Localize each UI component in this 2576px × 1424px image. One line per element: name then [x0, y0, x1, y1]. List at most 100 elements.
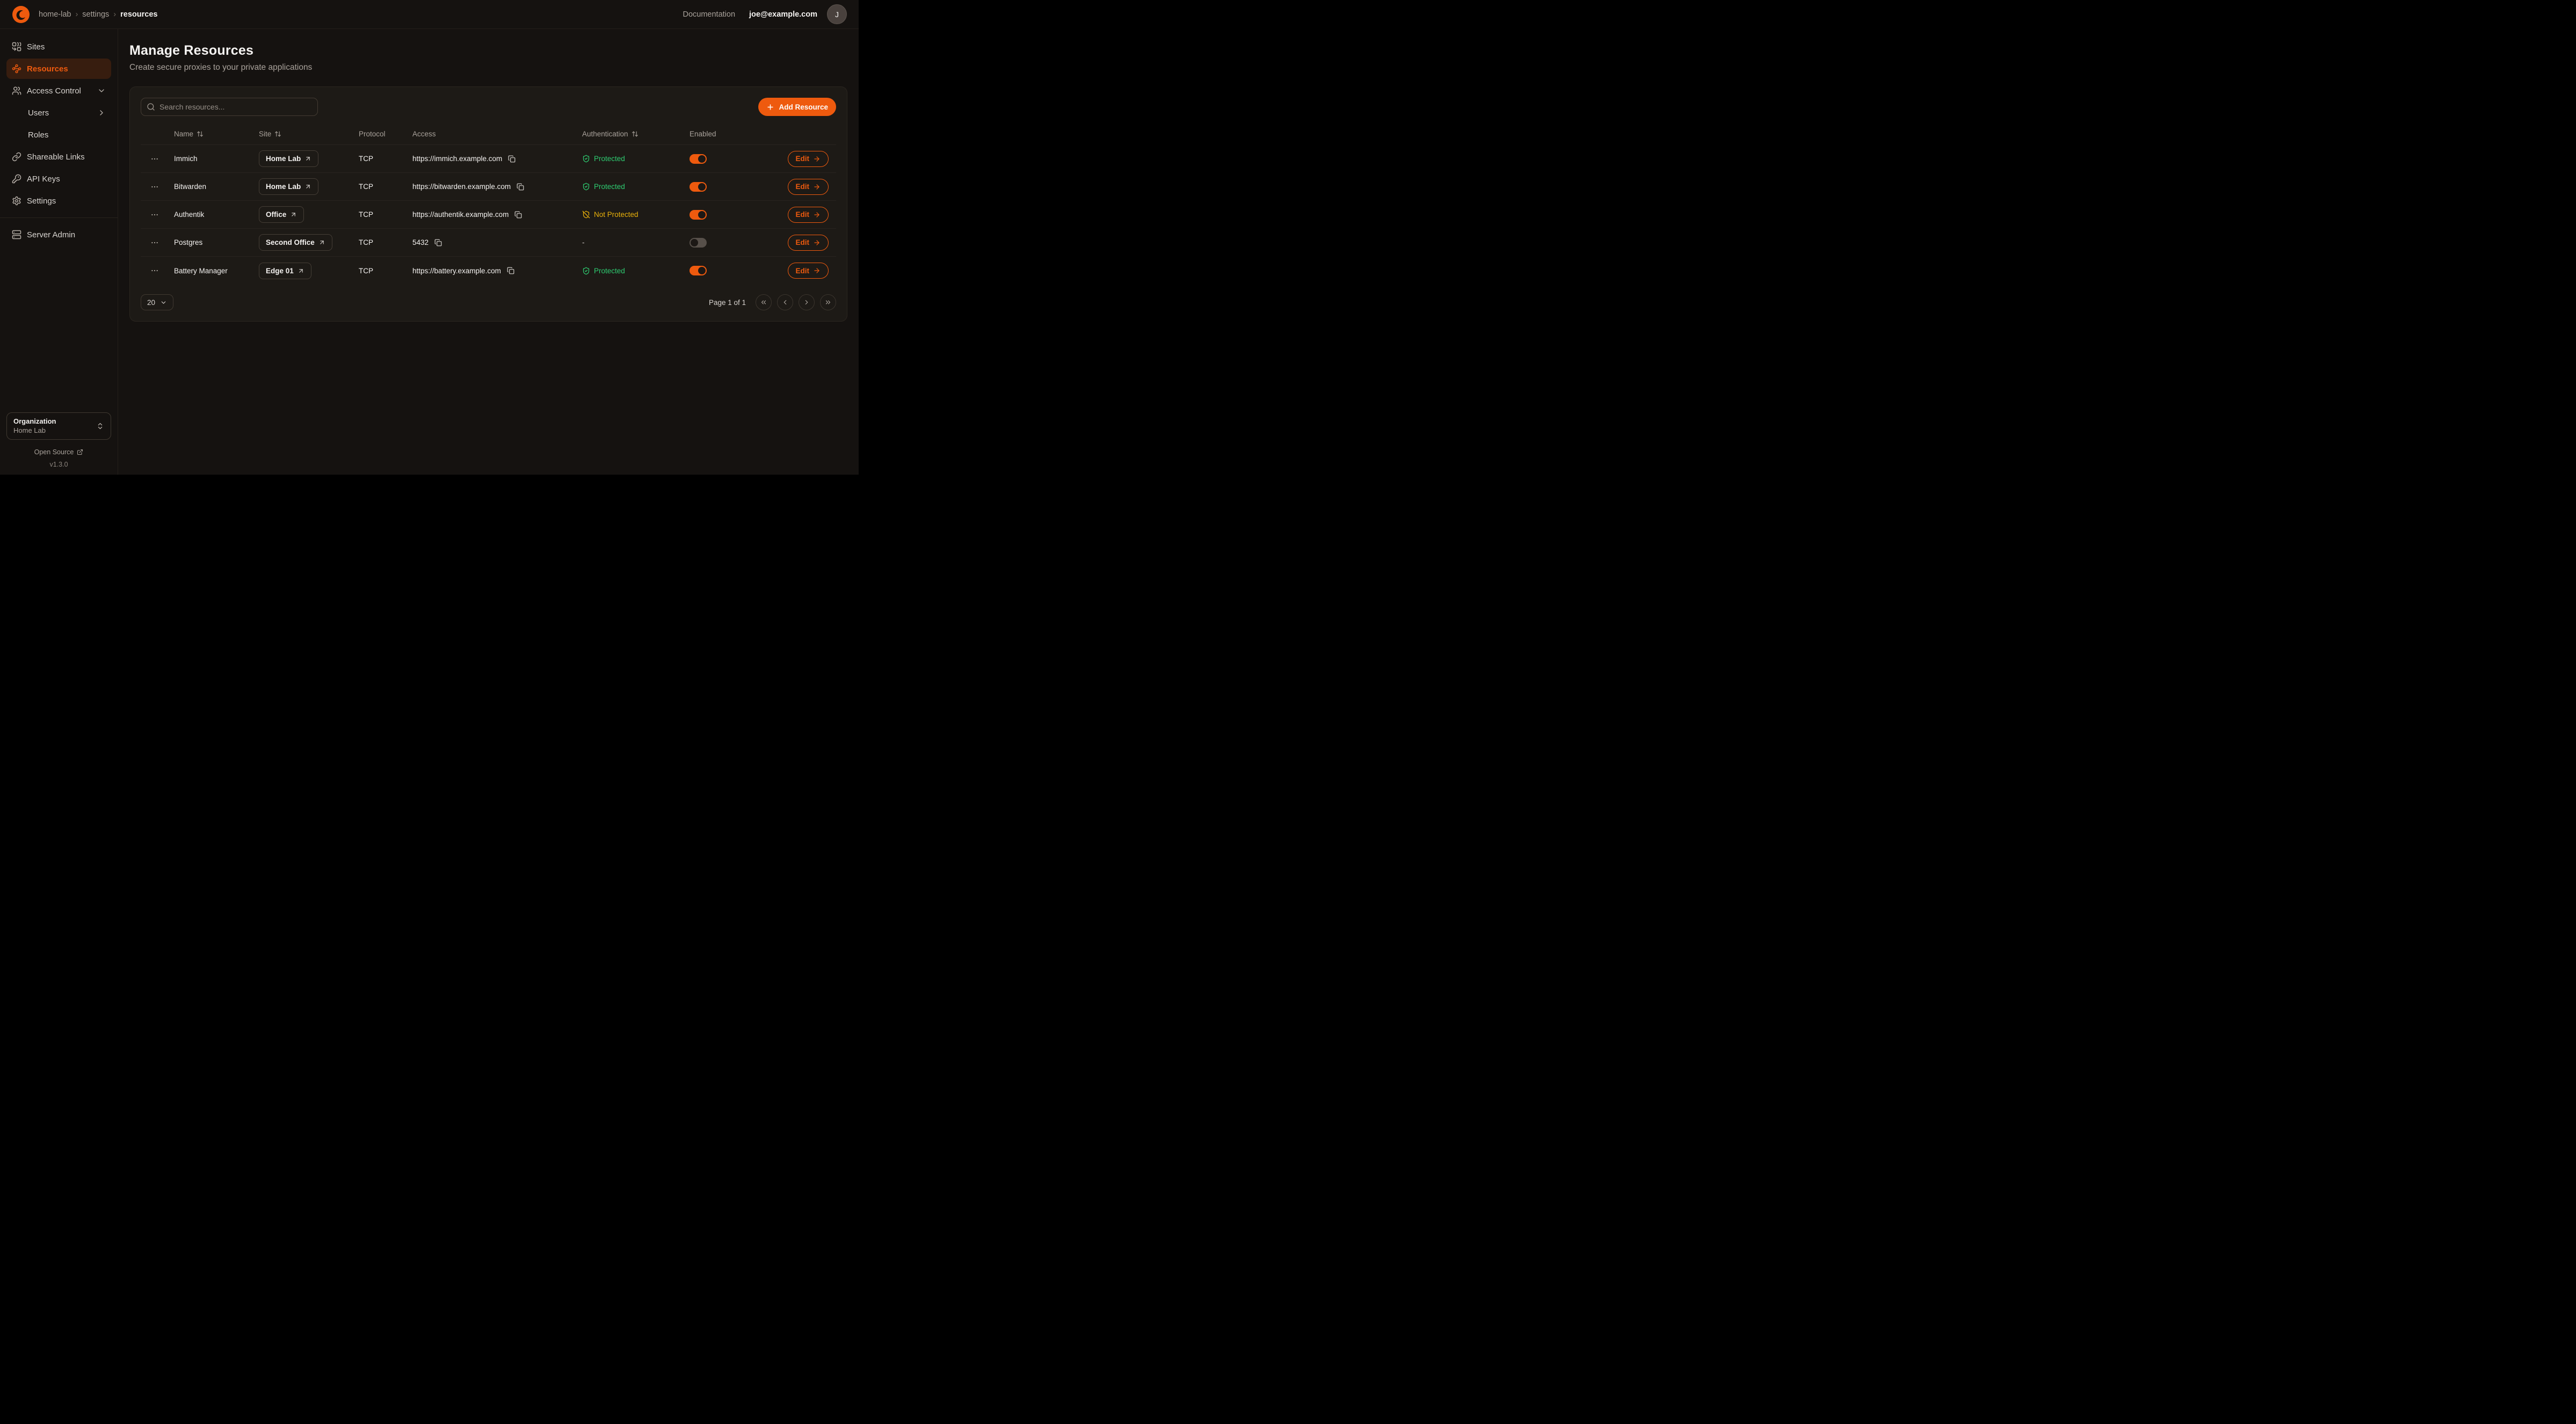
copy-button[interactable]	[433, 238, 443, 248]
site-link-button[interactable]: Edge 01	[259, 263, 311, 279]
resources-table: Name Site Protocol Access Authentication	[141, 123, 836, 285]
add-resource-label: Add Resource	[779, 103, 828, 111]
search-input[interactable]	[141, 98, 318, 116]
arrow-right-icon	[813, 239, 821, 246]
sidebar-item-label: Users	[28, 108, 49, 118]
open-source-link[interactable]: Open Source	[6, 448, 111, 456]
link-icon	[12, 152, 21, 162]
sidebar-item-settings[interactable]: Settings	[6, 191, 111, 211]
sidebar-item-shareable-links[interactable]: Shareable Links	[6, 147, 111, 167]
edit-button[interactable]: Edit	[788, 179, 829, 195]
arrow-up-right-icon	[318, 239, 325, 246]
enabled-toggle[interactable]	[690, 238, 707, 248]
edit-button[interactable]: Edit	[788, 263, 829, 279]
resource-name: Immich	[168, 155, 252, 163]
sidebar-divider	[0, 217, 118, 218]
edit-button[interactable]: Edit	[788, 151, 829, 167]
resource-access-url: https://authentik.example.com	[412, 210, 509, 219]
column-header-name[interactable]: Name	[168, 130, 252, 138]
site-link-button[interactable]: Home Lab	[259, 178, 318, 195]
auth-status: Protected	[594, 267, 625, 275]
site-link-button[interactable]: Office	[259, 206, 304, 223]
copy-button[interactable]	[507, 154, 517, 164]
enabled-toggle[interactable]	[690, 154, 707, 164]
edit-button[interactable]: Edit	[788, 207, 829, 223]
sidebar-item-users[interactable]: Users	[6, 103, 111, 123]
chevron-left-icon	[781, 299, 789, 306]
sidebar-item-resources[interactable]: Resources	[6, 59, 111, 79]
breadcrumb-section[interactable]: settings	[82, 10, 109, 19]
arrow-up-right-icon	[304, 155, 311, 162]
add-resource-button[interactable]: Add Resource	[758, 98, 836, 116]
copy-button[interactable]	[516, 182, 525, 192]
organization-selector[interactable]: Organization Home Lab	[6, 412, 111, 440]
avatar[interactable]: J	[827, 4, 847, 24]
table-row: Authentik Office TCP https://authentik.e…	[141, 201, 836, 229]
resource-protocol: TCP	[352, 210, 406, 219]
column-header-authentication[interactable]: Authentication	[576, 130, 683, 138]
table-header-row: Name Site Protocol Access Authentication	[141, 123, 836, 145]
user-email[interactable]: joe@example.com	[749, 10, 817, 19]
auth-status: Protected	[594, 155, 625, 163]
row-menu-button[interactable]	[150, 155, 159, 163]
last-page-button[interactable]	[820, 294, 836, 310]
row-menu-button[interactable]	[150, 210, 159, 219]
row-menu-button[interactable]	[150, 266, 159, 275]
resource-access-url: https://battery.example.com	[412, 267, 501, 275]
arrow-right-icon	[813, 155, 821, 163]
breadcrumb-org[interactable]: home-lab	[39, 10, 71, 19]
ellipsis-icon	[150, 210, 159, 219]
resource-protocol: TCP	[352, 267, 406, 275]
auth-status: -	[582, 238, 585, 246]
sidebar-item-server-admin[interactable]: Server Admin	[6, 224, 111, 245]
site-link-button[interactable]: Home Lab	[259, 150, 318, 167]
previous-page-button[interactable]	[777, 294, 793, 310]
documentation-link[interactable]: Documentation	[683, 10, 736, 19]
sidebar-item-sites[interactable]: Sites	[6, 37, 111, 57]
organization-value: Home Lab	[13, 426, 92, 435]
sidebar-item-roles[interactable]: Roles	[6, 125, 111, 145]
enabled-toggle[interactable]	[690, 182, 707, 192]
open-source-label: Open Source	[34, 448, 74, 456]
app-window: home-lab › settings › resources Document…	[0, 0, 859, 475]
sidebar-item-label: Access Control	[27, 86, 81, 96]
external-link-icon	[77, 449, 83, 455]
shield-check-icon	[582, 155, 590, 163]
chevrons-right-icon	[824, 299, 832, 306]
edit-button[interactable]: Edit	[788, 235, 829, 251]
resource-access-url: 5432	[412, 238, 429, 246]
next-page-button[interactable]	[799, 294, 815, 310]
copy-button[interactable]	[506, 266, 516, 275]
chevrons-up-down-icon	[96, 422, 104, 430]
sidebar-item-label: Roles	[28, 130, 48, 140]
site-link-button[interactable]: Second Office	[259, 234, 332, 251]
sidebar-item-label: Settings	[27, 197, 56, 206]
resource-access-url: https://immich.example.com	[412, 155, 502, 163]
main-content: Manage Resources Create secure proxies t…	[118, 29, 859, 475]
pagination: 20 Page 1 of 1	[141, 294, 836, 310]
auth-status: Not Protected	[594, 210, 638, 219]
ellipsis-icon	[150, 238, 159, 247]
shield-off-icon	[582, 210, 590, 219]
enabled-toggle[interactable]	[690, 266, 707, 275]
sidebar-item-api-keys[interactable]: API Keys	[6, 169, 111, 189]
ellipsis-icon	[150, 266, 159, 275]
breadcrumb-separator: ›	[75, 10, 78, 19]
first-page-button[interactable]	[756, 294, 772, 310]
resources-icon	[12, 64, 21, 74]
breadcrumb: home-lab › settings › resources	[39, 10, 157, 19]
enabled-toggle[interactable]	[690, 210, 707, 220]
sidebar-item-label: Shareable Links	[27, 152, 85, 162]
page-indicator: Page 1 of 1	[709, 299, 746, 307]
row-menu-button[interactable]	[150, 238, 159, 247]
organization-label: Organization	[13, 417, 92, 426]
copy-icon	[507, 267, 514, 274]
copy-button[interactable]	[513, 210, 523, 220]
column-header-site[interactable]: Site	[252, 130, 352, 138]
copy-icon	[508, 155, 516, 163]
row-menu-button[interactable]	[150, 183, 159, 191]
pangolin-logo-icon[interactable]	[12, 5, 30, 24]
page-size-select[interactable]: 20	[141, 294, 173, 310]
sidebar-item-label: Server Admin	[27, 230, 75, 239]
sidebar-item-access-control[interactable]: Access Control	[6, 81, 111, 101]
